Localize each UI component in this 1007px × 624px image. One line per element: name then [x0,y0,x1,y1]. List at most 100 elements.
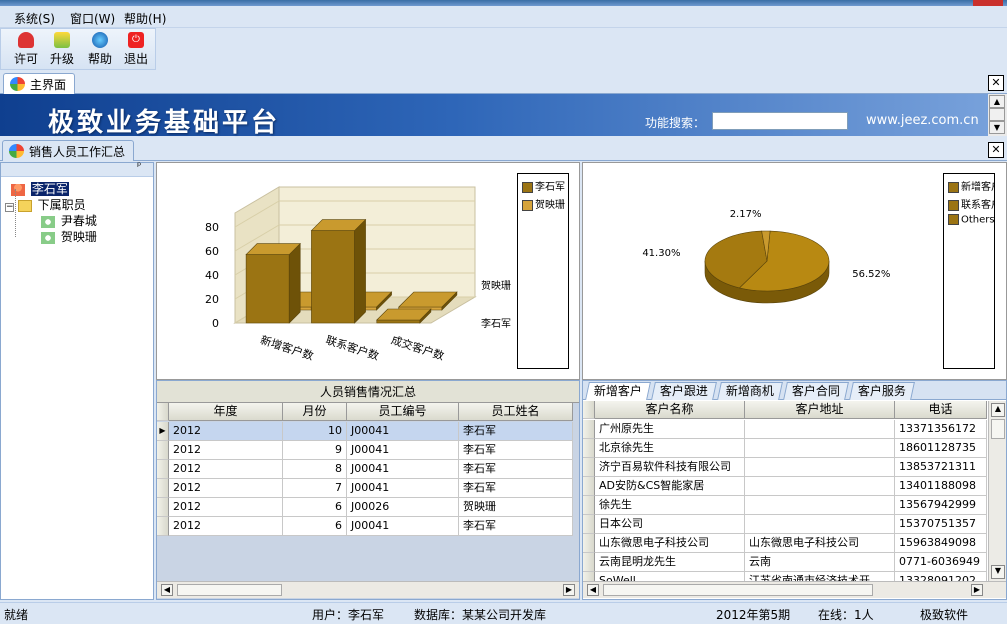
table-cell[interactable]: 江苏省南通市经济技术开 [745,572,895,581]
scroll-up-icon[interactable]: ▲ [991,403,1005,417]
table-cell[interactable]: 6 [283,498,347,517]
phone-column-header[interactable]: 电话 [895,401,987,419]
scroll-up-icon[interactable]: ▲ [989,95,1005,108]
table-cell[interactable]: SoWell [595,572,745,581]
tab-sales-summary[interactable]: 销售人员工作汇总 [2,140,135,161]
tab-customer-service[interactable]: 客户服务 [849,382,915,400]
table-cell[interactable]: 李石军 [459,517,573,536]
license-button[interactable]: 许可 [9,32,43,68]
row-header[interactable] [583,496,595,515]
row-header[interactable] [157,498,169,517]
table-cell[interactable]: 徐先生 [595,496,745,515]
scroll-thumb[interactable] [177,584,282,596]
row-header[interactable] [583,439,595,458]
table-cell[interactable]: 2012 [169,479,283,498]
scroll-left-icon[interactable]: ◀ [161,584,173,596]
row-header[interactable] [157,441,169,460]
horizontal-scrollbar[interactable]: ◀ ▶ [583,581,1006,598]
menu-system[interactable]: 系统(S) [14,10,55,27]
scroll-thumb[interactable] [603,584,873,596]
tree-node-root[interactable]: 李石军 [11,181,69,197]
table-cell[interactable]: 7 [283,479,347,498]
table-cell[interactable]: J00041 [347,479,459,498]
table-cell[interactable]: AD安防&CS智能家居 [595,477,745,496]
customer-name-column-header[interactable]: 客户名称 [595,401,745,419]
table-cell[interactable] [745,496,895,515]
scroll-middle[interactable] [989,108,1005,121]
row-header[interactable] [157,479,169,498]
table-cell[interactable]: 0771-6036949 [895,553,987,572]
banner-scrollbar[interactable]: ▲ ▼ [988,94,1007,136]
table-cell[interactable]: 李石军 [459,441,573,460]
table-cell[interactable] [745,477,895,496]
menu-help[interactable]: 帮助(H) [124,10,166,27]
table-cell[interactable] [745,439,895,458]
table-cell[interactable]: 2012 [169,422,283,441]
table-cell[interactable]: 北京徐先生 [595,439,745,458]
table-cell[interactable]: 云南 [745,553,895,572]
row-header[interactable] [583,572,595,581]
close-sub-tab-button[interactable]: ✕ [988,142,1004,158]
table-cell[interactable]: J00041 [347,517,459,536]
table-cell[interactable] [745,458,895,477]
scroll-down-icon[interactable]: ▼ [989,121,1005,134]
table-cell[interactable]: 2012 [169,498,283,517]
tab-customer-contract[interactable]: 客户合同 [783,382,849,400]
table-cell[interactable]: 9 [283,441,347,460]
table-cell[interactable]: J00041 [347,422,459,441]
tab-customer-followup[interactable]: 客户跟进 [651,382,717,400]
table-cell[interactable]: 13401188098 [895,477,987,496]
table-cell[interactable]: 日本公司 [595,515,745,534]
help-button[interactable]: 帮助 [83,32,117,68]
tree-node-child-2[interactable]: 贺映珊 [41,229,97,245]
scroll-thumb[interactable] [991,419,1005,439]
table-cell[interactable]: 13371356172 [895,420,987,439]
menu-window[interactable]: 窗口(W) [70,10,115,27]
employee-id-column-header[interactable]: 员工编号 [347,403,459,421]
tab-main[interactable]: 主界面 [3,73,76,94]
month-column-header[interactable]: 月份 [283,403,347,421]
upgrade-button[interactable]: 升级 [45,32,79,68]
scroll-right-icon[interactable]: ▶ [971,584,983,596]
table-cell[interactable]: 2012 [169,460,283,479]
table-cell[interactable]: 10 [283,422,347,441]
table-cell[interactable]: 李石军 [459,479,573,498]
table-cell[interactable]: 13853721311 [895,458,987,477]
table-cell[interactable]: 山东微思电子科技公司 [745,534,895,553]
table-cell[interactable]: J00041 [347,441,459,460]
table-cell[interactable]: 13567942999 [895,496,987,515]
row-header[interactable]: ▶ [157,422,169,441]
row-header[interactable] [583,515,595,534]
table-cell[interactable]: 李石军 [459,460,573,479]
table-cell[interactable]: 山东微思电子科技公司 [595,534,745,553]
row-header[interactable] [583,553,595,572]
table-cell[interactable]: J00026 [347,498,459,517]
table-cell[interactable]: 济宁百易软件科技有限公司 [595,458,745,477]
table-cell[interactable]: 贺映珊 [459,498,573,517]
row-header[interactable] [583,534,595,553]
collapse-icon[interactable]: − [5,203,14,212]
row-header[interactable] [583,458,595,477]
pin-icon[interactable]: ᵖ [137,161,141,172]
horizontal-scrollbar[interactable]: ◀ ▶ [157,581,579,598]
customer-address-column-header[interactable]: 客户地址 [745,401,895,419]
table-cell[interactable]: 广州原先生 [595,420,745,439]
tab-new-customer[interactable]: 新增客户 [585,382,651,400]
table-cell[interactable]: 8 [283,460,347,479]
row-header[interactable] [583,477,595,496]
row-header[interactable] [583,420,595,439]
table-cell[interactable]: 6 [283,517,347,536]
row-header[interactable] [157,460,169,479]
function-search-input[interactable] [712,112,848,130]
year-column-header[interactable]: 年度 [169,403,283,421]
close-main-tab-button[interactable]: ✕ [988,75,1004,91]
scroll-left-icon[interactable]: ◀ [587,584,599,596]
table-cell[interactable]: 李石军 [459,422,573,441]
table-cell[interactable] [745,420,895,439]
table-cell[interactable]: 15963849098 [895,534,987,553]
tree-node-group[interactable]: − 下属职员 [5,197,86,213]
table-cell[interactable]: 13328091202 [895,572,987,581]
table-cell[interactable] [745,515,895,534]
employee-name-column-header[interactable]: 员工姓名 [459,403,573,421]
table-cell[interactable]: 2012 [169,517,283,536]
